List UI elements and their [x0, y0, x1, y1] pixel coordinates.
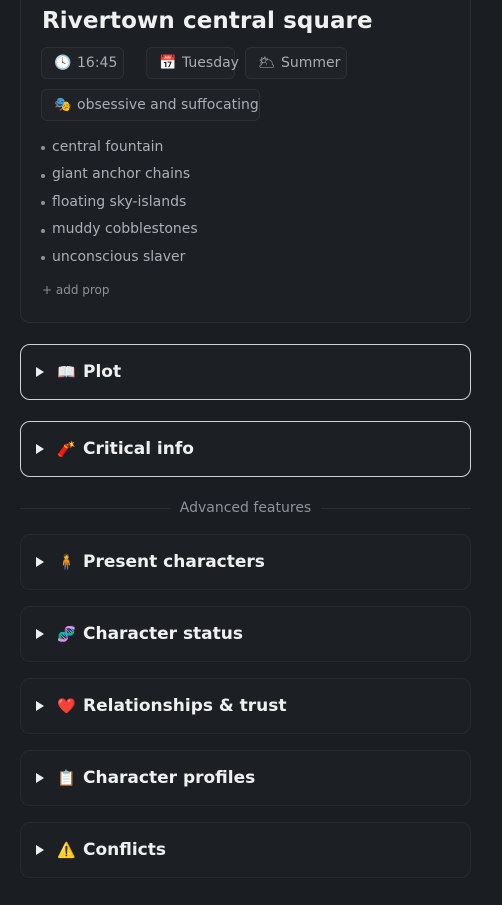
- season-chip[interactable]: 🌥 Summer: [245, 47, 347, 79]
- bullet-icon: [41, 228, 45, 233]
- advanced-features-divider: Advanced features: [20, 498, 472, 518]
- prop-item[interactable]: floating sky-islands: [41, 188, 198, 216]
- prop-item[interactable]: muddy cobblestones: [41, 216, 198, 244]
- section-present-characters[interactable]: 🧍 Present characters: [20, 534, 471, 590]
- expand-triangle-icon: [36, 367, 44, 377]
- scene-card: Rivertown central square 🕓 16:45 📅 Tuesd…: [20, 0, 471, 323]
- time-value: 16:45: [77, 55, 118, 71]
- section-character-profiles-label: Character profiles: [83, 768, 256, 788]
- expand-triangle-icon: [36, 444, 44, 454]
- section-plot-label: Plot: [83, 362, 122, 382]
- section-conflicts[interactable]: ⚠️ Conflicts: [20, 822, 471, 878]
- section-present-characters-label: Present characters: [83, 552, 265, 572]
- calendar-icon: 📅: [159, 55, 177, 71]
- bullet-icon: [41, 146, 45, 151]
- day-chip[interactable]: 📅 Tuesday: [146, 47, 239, 79]
- time-chip[interactable]: 🕓 16:45: [41, 47, 124, 79]
- prop-label: central fountain: [52, 138, 164, 155]
- prop-label: floating sky-islands: [52, 193, 187, 210]
- expand-triangle-icon: [36, 701, 44, 711]
- divider-line: [20, 507, 170, 509]
- clipboard-icon: 📋: [57, 769, 76, 787]
- section-critical-info-label: Critical info: [83, 439, 194, 459]
- day-value: Tuesday: [182, 55, 239, 71]
- prop-item[interactable]: unconscious slaver: [41, 243, 198, 271]
- expand-triangle-icon: [36, 773, 44, 783]
- prop-label: unconscious slaver: [52, 248, 186, 265]
- divider-line: [321, 507, 472, 509]
- season-value: Summer: [281, 55, 341, 71]
- bullet-icon: [41, 173, 45, 178]
- expand-triangle-icon: [36, 629, 44, 639]
- section-relationships-label: Relationships & trust: [83, 696, 287, 716]
- section-plot[interactable]: 📖 Plot: [20, 344, 471, 400]
- section-character-status-label: Character status: [83, 624, 244, 644]
- sun-behind-cloud-icon: 🌥: [258, 55, 276, 71]
- section-character-status[interactable]: 🧬 Character status: [20, 606, 471, 662]
- person-standing-icon: 🧍: [57, 553, 76, 571]
- bullet-icon: [41, 201, 45, 206]
- scene-title: Rivertown central square: [42, 8, 373, 34]
- prop-item[interactable]: central fountain: [41, 133, 198, 161]
- expand-triangle-icon: [36, 845, 44, 855]
- prop-item[interactable]: giant anchor chains: [41, 161, 198, 189]
- mood-chip[interactable]: 🎭 obsessive and suffocating: [41, 89, 260, 121]
- add-prop-button[interactable]: + add prop: [42, 283, 110, 297]
- firecracker-icon: 🧨: [57, 440, 76, 458]
- red-heart-icon: ❤️: [57, 697, 76, 715]
- dna-icon: 🧬: [57, 625, 76, 643]
- open-book-icon: 📖: [57, 363, 76, 381]
- theater-masks-icon: 🎭: [54, 97, 72, 113]
- advanced-features-label: Advanced features: [179, 500, 312, 516]
- mood-value: obsessive and suffocating: [77, 97, 259, 113]
- warning-icon: ⚠️: [57, 841, 76, 859]
- prop-label: giant anchor chains: [52, 166, 191, 183]
- clock-icon: 🕓: [54, 55, 72, 71]
- expand-triangle-icon: [36, 557, 44, 567]
- section-relationships[interactable]: ❤️ Relationships & trust: [20, 678, 471, 734]
- section-critical-info[interactable]: 🧨 Critical info: [20, 421, 471, 477]
- section-character-profiles[interactable]: 📋 Character profiles: [20, 750, 471, 806]
- bullet-icon: [41, 256, 45, 261]
- props-list: central fountain giant anchor chains flo…: [41, 133, 198, 271]
- section-conflicts-label: Conflicts: [83, 840, 167, 860]
- prop-label: muddy cobblestones: [52, 221, 198, 238]
